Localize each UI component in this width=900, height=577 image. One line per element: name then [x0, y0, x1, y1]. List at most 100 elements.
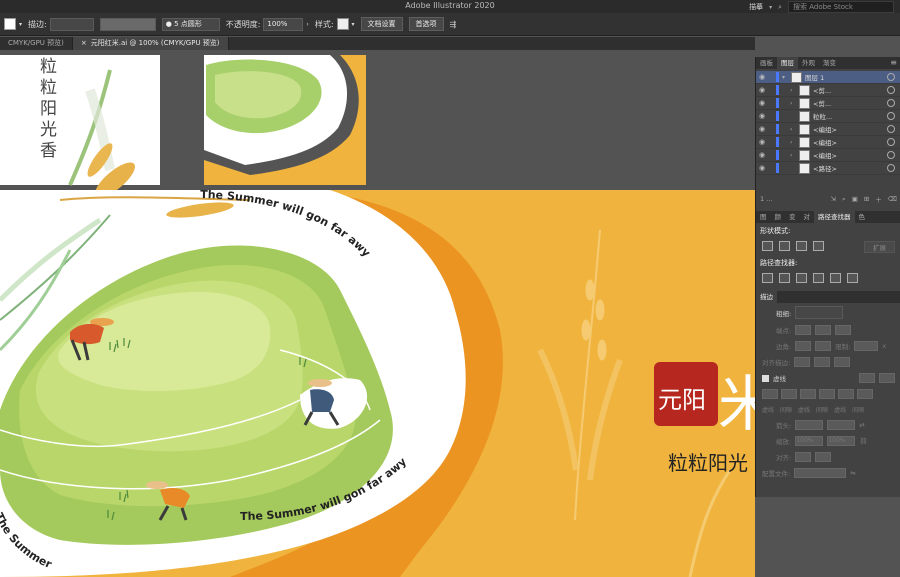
- tab-artboards[interactable]: 画板: [756, 57, 777, 69]
- tab-transform[interactable]: 变: [785, 211, 800, 223]
- style-swatch[interactable]: [336, 18, 349, 30]
- target-icon[interactable]: [887, 138, 895, 146]
- layer-row[interactable]: ◉ › <剪...: [756, 84, 900, 97]
- target-icon[interactable]: [887, 151, 895, 159]
- exclude-icon[interactable]: [813, 241, 824, 251]
- close-icon[interactable]: ×: [81, 39, 87, 47]
- chevron-down-icon[interactable]: ▾: [352, 21, 355, 28]
- tab-gradient[interactable]: 渐变: [819, 57, 840, 69]
- align-center-icon[interactable]: [794, 357, 811, 367]
- start-arrow-select[interactable]: [795, 420, 824, 430]
- preferences-button[interactable]: 首选项: [408, 17, 444, 31]
- target-icon[interactable]: [887, 99, 895, 107]
- gap-input[interactable]: [819, 389, 835, 399]
- align-inside-icon[interactable]: [814, 357, 831, 367]
- target-icon[interactable]: [887, 112, 895, 120]
- merge-icon[interactable]: [796, 273, 807, 283]
- fill-swatch[interactable]: [4, 18, 16, 30]
- visibility-icon[interactable]: ◉: [756, 112, 768, 120]
- flip-icon[interactable]: ⇋: [850, 469, 855, 477]
- layer-row[interactable]: ◉ <路径>: [756, 162, 900, 175]
- round-join-icon[interactable]: [815, 341, 832, 351]
- square-cap-icon[interactable]: [835, 325, 852, 335]
- export-icon[interactable]: ⇲: [831, 195, 836, 203]
- limit-input[interactable]: [854, 341, 879, 351]
- opacity-field[interactable]: 100%: [263, 17, 304, 31]
- layer-row[interactable]: ◉ › <编组>: [756, 123, 900, 136]
- expand-button[interactable]: 扩展: [864, 241, 895, 253]
- layer-row[interactable]: ◉ 粒粒...: [756, 110, 900, 123]
- tab-layers[interactable]: 图层: [777, 57, 798, 69]
- trim-icon[interactable]: [779, 273, 790, 283]
- panel-menu-icon[interactable]: ≡: [890, 57, 897, 69]
- tab-stroke[interactable]: 描边: [756, 291, 777, 303]
- divide-icon[interactable]: [762, 273, 773, 283]
- chevron-right-icon[interactable]: ›: [306, 21, 308, 28]
- target-icon[interactable]: [887, 73, 895, 81]
- dash-input[interactable]: [838, 389, 854, 399]
- chevron-down-icon[interactable]: ▾: [782, 74, 791, 81]
- chevron-right-icon[interactable]: ›: [790, 139, 799, 146]
- tab-color[interactable]: 颜: [771, 211, 786, 223]
- chevron-right-icon[interactable]: ›: [790, 152, 799, 159]
- miter-join-icon[interactable]: [795, 341, 812, 351]
- align-outside-icon[interactable]: [834, 357, 851, 367]
- round-cap-icon[interactable]: [815, 325, 832, 335]
- chevron-right-icon[interactable]: ›: [790, 87, 799, 94]
- tab-appearance[interactable]: 外观: [798, 57, 819, 69]
- profile-select[interactable]: [794, 468, 847, 478]
- document-setup-button[interactable]: 文档设置: [360, 17, 403, 31]
- variable-width-field[interactable]: [99, 17, 156, 31]
- brush-definition[interactable]: ● 5 点圆形: [161, 17, 220, 31]
- visibility-icon[interactable]: ◉: [756, 164, 768, 172]
- visibility-icon[interactable]: ◉: [756, 151, 768, 159]
- tab-document-2[interactable]: × 元阳红米.ai @ 100% (CMYK/GPU 预览): [72, 37, 229, 50]
- target-icon[interactable]: [887, 125, 895, 133]
- visibility-icon[interactable]: ◉: [756, 138, 768, 146]
- new-layer-icon[interactable]: ＋: [875, 194, 882, 204]
- butt-cap-icon[interactable]: [795, 325, 812, 335]
- tab-document-1[interactable]: CMYK/GPU 预览): [0, 37, 73, 50]
- chevron-right-icon[interactable]: ›: [790, 126, 799, 133]
- dashed-checkbox[interactable]: [762, 374, 769, 382]
- swap-arrows-icon[interactable]: ⇄: [859, 421, 864, 429]
- clip-icon[interactable]: ▣: [852, 195, 858, 203]
- minus-back-icon[interactable]: [847, 273, 858, 283]
- minus-front-icon[interactable]: [779, 241, 790, 251]
- link-icon[interactable]: ⛓: [859, 437, 867, 445]
- arrange-documents-icon[interactable]: ⇶: [450, 20, 457, 29]
- layer-row[interactable]: ◉ › <编组>: [756, 136, 900, 149]
- target-icon[interactable]: [887, 86, 895, 94]
- layer-row[interactable]: ◉ › <编组>: [756, 149, 900, 162]
- layer-row[interactable]: ◉ ▾ 图层 1: [756, 71, 900, 84]
- tab-swatches[interactable]: 色: [855, 211, 870, 223]
- stroke-weight-field[interactable]: [49, 17, 94, 31]
- visibility-icon[interactable]: ◉: [756, 73, 768, 81]
- stock-search-input[interactable]: 搜索 Adobe Stock: [788, 1, 894, 13]
- chevron-down-icon[interactable]: ▾: [19, 21, 22, 28]
- new-sublayer-icon[interactable]: ⊞: [864, 195, 869, 203]
- stroke-weight-input[interactable]: [795, 306, 844, 319]
- tab-graphic-styles[interactable]: 图: [756, 211, 771, 223]
- crop-icon[interactable]: [813, 273, 824, 283]
- trash-icon[interactable]: ⌫: [888, 195, 897, 203]
- target-icon[interactable]: [887, 164, 895, 172]
- dash-align-icon[interactable]: [879, 373, 895, 383]
- layer-row[interactable]: ◉ › <剪...: [756, 97, 900, 110]
- dash-preserve-icon[interactable]: [859, 373, 875, 383]
- gap-input[interactable]: [857, 389, 873, 399]
- visibility-icon[interactable]: ◉: [756, 99, 768, 107]
- search-icon[interactable]: ⌕: [842, 195, 846, 204]
- intersect-icon[interactable]: [796, 241, 807, 251]
- document-canvas[interactable]: 粒 粒 阳 光 香 The Summer will gon far awy Th…: [0, 50, 755, 577]
- end-arrow-select[interactable]: [827, 420, 856, 430]
- tab-pathfinder[interactable]: 路径查找器: [814, 211, 855, 223]
- outline-icon[interactable]: [830, 273, 841, 283]
- arrow-tip-icon[interactable]: [795, 452, 812, 462]
- dash-input[interactable]: [800, 389, 816, 399]
- visibility-icon[interactable]: ◉: [756, 125, 768, 133]
- gap-input[interactable]: [781, 389, 797, 399]
- end-scale-input[interactable]: 100%: [827, 436, 856, 446]
- tab-align[interactable]: 对: [800, 211, 815, 223]
- dash-input[interactable]: [762, 389, 778, 399]
